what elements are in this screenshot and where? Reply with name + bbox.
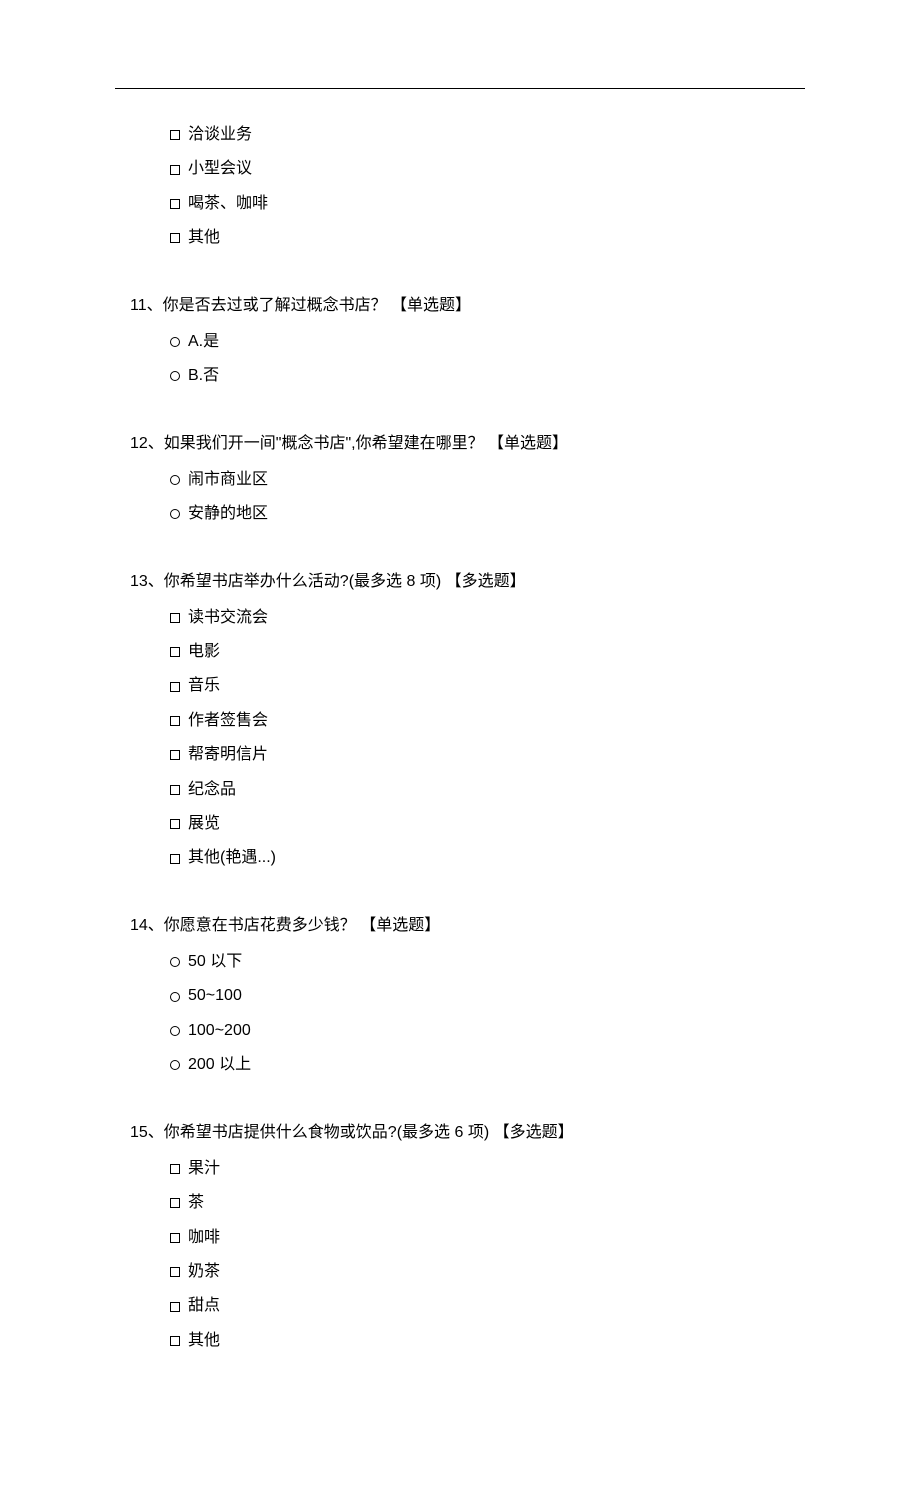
question-title: 15、你希望书店提供什么食物或饮品?(最多选 6 项) 【多选题】: [130, 1119, 790, 1146]
option-item[interactable]: 50~100: [170, 981, 790, 1011]
question-13: 13、你希望书店举办什么活动?(最多选 8 项) 【多选题】 读书交流会 电影 …: [130, 568, 790, 874]
checkbox-icon: [170, 1233, 180, 1243]
option-item[interactable]: 茶: [170, 1188, 790, 1218]
option-label: 100~200: [188, 1016, 251, 1046]
option-label: 其他(艳遇...): [188, 843, 276, 873]
radio-icon: [170, 371, 180, 381]
option-label: 作者签售会: [188, 706, 268, 736]
checkbox-icon: [170, 647, 180, 657]
option-label: 安静的地区: [188, 499, 268, 529]
option-label: A.是: [188, 327, 219, 357]
checkbox-icon: [170, 233, 180, 243]
radio-icon: [170, 1026, 180, 1036]
checkbox-icon: [170, 1198, 180, 1208]
question-10-remaining: 洽谈业务 小型会议 喝茶、咖啡 其他: [130, 120, 790, 254]
option-item[interactable]: 喝茶、咖啡: [170, 189, 790, 219]
question-14: 14、你愿意在书店花费多少钱？ 【单选题】 50 以下 50~100 100~2…: [130, 912, 790, 1081]
option-label: 果汁: [188, 1154, 220, 1184]
checkbox-icon: [170, 1336, 180, 1346]
question-title: 13、你希望书店举办什么活动?(最多选 8 项) 【多选题】: [130, 568, 790, 595]
option-item[interactable]: 电影: [170, 637, 790, 667]
radio-icon: [170, 957, 180, 967]
option-item[interactable]: 音乐: [170, 671, 790, 701]
option-label: 闹市商业区: [188, 465, 268, 495]
radio-icon: [170, 509, 180, 519]
option-label: 电影: [188, 637, 220, 667]
option-list: 洽谈业务 小型会议 喝茶、咖啡 其他: [130, 120, 790, 254]
option-label: 50 以下: [188, 947, 242, 977]
option-label: 小型会议: [188, 154, 252, 184]
checkbox-icon: [170, 854, 180, 864]
option-label: 展览: [188, 809, 220, 839]
option-label: 帮寄明信片: [188, 740, 268, 770]
option-item[interactable]: 展览: [170, 809, 790, 839]
option-item[interactable]: A.是: [170, 327, 790, 357]
checkbox-icon: [170, 199, 180, 209]
option-item[interactable]: 洽谈业务: [170, 120, 790, 150]
option-item[interactable]: 其他: [170, 1326, 790, 1356]
question-15: 15、你希望书店提供什么食物或饮品?(最多选 6 项) 【多选题】 果汁 茶 咖…: [130, 1119, 790, 1357]
option-list: 闹市商业区 安静的地区: [130, 465, 790, 530]
option-item[interactable]: 奶茶: [170, 1257, 790, 1287]
option-label: 音乐: [188, 671, 220, 701]
option-label: 洽谈业务: [188, 120, 252, 150]
option-item[interactable]: 小型会议: [170, 154, 790, 184]
question-title: 12、如果我们开一间"概念书店",你希望建在哪里？ 【单选题】: [130, 430, 790, 457]
option-label: B.否: [188, 361, 219, 391]
option-label: 读书交流会: [188, 603, 268, 633]
option-item[interactable]: B.否: [170, 361, 790, 391]
option-item[interactable]: 100~200: [170, 1016, 790, 1046]
option-label: 甜点: [188, 1291, 220, 1321]
option-label: 茶: [188, 1188, 204, 1218]
checkbox-icon: [170, 613, 180, 623]
option-label: 其他: [188, 1326, 220, 1356]
option-label: 咖啡: [188, 1223, 220, 1253]
option-label: 50~100: [188, 981, 242, 1011]
checkbox-icon: [170, 750, 180, 760]
option-label: 奶茶: [188, 1257, 220, 1287]
option-item[interactable]: 帮寄明信片: [170, 740, 790, 770]
option-item[interactable]: 闹市商业区: [170, 465, 790, 495]
question-title: 11、你是否去过或了解过概念书店？ 【单选题】: [130, 292, 790, 319]
radio-icon: [170, 992, 180, 1002]
option-item[interactable]: 作者签售会: [170, 706, 790, 736]
option-item[interactable]: 纪念品: [170, 775, 790, 805]
option-item[interactable]: 200 以上: [170, 1050, 790, 1080]
checkbox-icon: [170, 165, 180, 175]
option-item[interactable]: 其他: [170, 223, 790, 253]
option-item[interactable]: 其他(艳遇...): [170, 843, 790, 873]
question-11: 11、你是否去过或了解过概念书店？ 【单选题】 A.是 B.否: [130, 292, 790, 392]
option-list: 50 以下 50~100 100~200 200 以上: [130, 947, 790, 1081]
option-item[interactable]: 50 以下: [170, 947, 790, 977]
question-12: 12、如果我们开一间"概念书店",你希望建在哪里？ 【单选题】 闹市商业区 安静…: [130, 430, 790, 530]
option-list: 果汁 茶 咖啡 奶茶 甜点 其他: [130, 1154, 790, 1356]
option-item[interactable]: 果汁: [170, 1154, 790, 1184]
option-label: 纪念品: [188, 775, 236, 805]
checkbox-icon: [170, 682, 180, 692]
checkbox-icon: [170, 1164, 180, 1174]
option-item[interactable]: 读书交流会: [170, 603, 790, 633]
option-label: 其他: [188, 223, 220, 253]
option-label: 200 以上: [188, 1050, 251, 1080]
checkbox-icon: [170, 716, 180, 726]
option-item[interactable]: 安静的地区: [170, 499, 790, 529]
checkbox-icon: [170, 1302, 180, 1312]
option-item[interactable]: 甜点: [170, 1291, 790, 1321]
option-list: 读书交流会 电影 音乐 作者签售会 帮寄明信片 纪念品 展览 其他(艳遇...: [130, 603, 790, 874]
option-item[interactable]: 咖啡: [170, 1223, 790, 1253]
question-title: 14、你愿意在书店花费多少钱？ 【单选题】: [130, 912, 790, 939]
option-list: A.是 B.否: [130, 327, 790, 392]
radio-icon: [170, 337, 180, 347]
checkbox-icon: [170, 130, 180, 140]
radio-icon: [170, 1060, 180, 1070]
radio-icon: [170, 475, 180, 485]
checkbox-icon: [170, 1267, 180, 1277]
checkbox-icon: [170, 819, 180, 829]
checkbox-icon: [170, 785, 180, 795]
option-label: 喝茶、咖啡: [188, 189, 268, 219]
